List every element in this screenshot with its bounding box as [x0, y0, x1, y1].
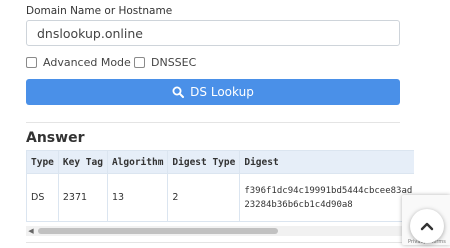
search-icon	[172, 86, 185, 98]
advanced-mode-checkbox[interactable]: Advanced Mode	[26, 56, 131, 69]
cell-digest: f396f1dc94c19991bd5444cbcee83ad 23284b36…	[239, 173, 414, 222]
ds-lookup-button[interactable]: DS Lookup	[26, 79, 400, 105]
digest-line-2: 23284b36b6cb1c4d90a8	[244, 199, 353, 210]
domain-input[interactable]	[26, 20, 400, 46]
table-row: DS 2371 13 2 f396f1dc94c19991bd5444cbcee…	[26, 173, 414, 222]
cell-type: DS	[26, 173, 59, 222]
scrollbar-thumb[interactable]	[38, 228, 278, 234]
answer-table: Type Key Tag Algorithm Digest Type Diges…	[26, 150, 414, 222]
cell-key-tag: 2371	[57, 173, 108, 222]
scroll-left-arrow-icon[interactable]: ◀	[26, 226, 36, 236]
column-header-key-tag: Key Tag	[57, 150, 108, 174]
answer-table-container: Type Key Tag Algorithm Digest Type Diges…	[26, 150, 414, 222]
divider	[26, 122, 400, 123]
column-header-type: Type	[26, 150, 59, 174]
advanced-mode-box[interactable]	[26, 57, 37, 68]
advanced-mode-label: Advanced Mode	[43, 56, 131, 69]
back-to-top-button[interactable]	[410, 209, 444, 243]
cell-digest-type: 2	[167, 173, 241, 222]
dnssec-label: DNSSEC	[151, 56, 197, 69]
domain-label: Domain Name or Hostname	[26, 5, 173, 17]
column-header-digest-type: Digest Type	[167, 150, 241, 174]
column-header-digest: Digest	[239, 150, 414, 174]
dnssec-box[interactable]	[134, 57, 145, 68]
chevron-up-icon	[420, 222, 434, 231]
cell-algorithm: 13	[106, 173, 169, 222]
dnssec-checkbox[interactable]: DNSSEC	[134, 56, 196, 69]
horizontal-scrollbar[interactable]: ◀	[26, 226, 414, 236]
ds-lookup-label: DS Lookup	[190, 85, 254, 99]
column-header-algorithm: Algorithm	[106, 150, 169, 174]
digest-line-1: f396f1dc94c19991bd5444cbcee83ad	[244, 185, 413, 196]
bottom-divider	[26, 242, 414, 243]
answer-title: Answer	[26, 130, 85, 146]
table-header-row: Type Key Tag Algorithm Digest Type Diges…	[26, 150, 414, 174]
